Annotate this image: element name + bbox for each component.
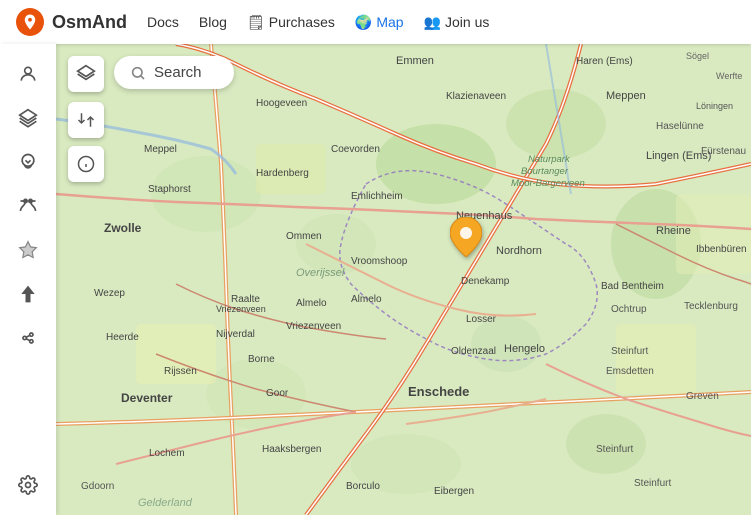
nav-docs[interactable]: Docs — [147, 14, 179, 30]
svg-text:Ochtrup: Ochtrup — [611, 304, 647, 315]
location-pin-icon — [450, 217, 482, 257]
svg-text:Rheine: Rheine — [656, 225, 691, 237]
svg-text:Haselünne: Haselünne — [656, 121, 704, 132]
svg-text:Steinfurt: Steinfurt — [611, 346, 648, 357]
svg-text:Emsdetten: Emsdetten — [606, 366, 654, 377]
nav-purchases[interactable]: 🗒 Purchases — [247, 14, 335, 31]
svg-text:Nordhorn: Nordhorn — [496, 245, 542, 257]
svg-text:Borculo: Borculo — [346, 481, 380, 492]
svg-text:Almelo: Almelo — [296, 298, 327, 309]
logo[interactable]: OsmAnd — [16, 8, 127, 36]
svg-text:Vriezenveen: Vriezenveen — [216, 304, 266, 314]
map-container[interactable]: Emmen Haren (Ems) Sögel Werfte Löningen … — [56, 44, 751, 515]
svg-text:Löningen: Löningen — [696, 101, 733, 111]
map-roads: Emmen Haren (Ems) Sögel Werfte Löningen … — [56, 44, 751, 515]
svg-text:Vroomshoop: Vroomshoop — [351, 256, 408, 267]
svg-text:Bad Bentheim: Bad Bentheim — [601, 281, 664, 292]
svg-text:Wezep: Wezep — [94, 288, 125, 299]
map-background: Emmen Haren (Ems) Sögel Werfte Löningen … — [56, 44, 751, 515]
svg-text:Naturpark: Naturpark — [528, 154, 571, 165]
svg-text:Meppen: Meppen — [606, 90, 646, 102]
svg-text:Lingen (Ems): Lingen (Ems) — [646, 150, 711, 162]
svg-text:Goor: Goor — [266, 388, 289, 399]
sidebar-layers[interactable] — [8, 98, 48, 138]
svg-text:Haren (Ems): Haren (Ems) — [576, 56, 633, 67]
search-label: Search — [154, 64, 202, 81]
svg-text:Zwolle: Zwolle — [104, 221, 142, 235]
svg-text:Hoogeveen: Hoogeveen — [256, 98, 307, 109]
svg-text:Deventer: Deventer — [121, 391, 173, 405]
joinus-emoji: 👥 — [424, 14, 441, 31]
sidebar-download[interactable] — [8, 142, 48, 182]
svg-text:Nijverdal: Nijverdal — [216, 329, 255, 340]
svg-text:Raalte: Raalte — [231, 294, 260, 305]
svg-text:Oldenzaal: Oldenzaal — [451, 346, 496, 357]
search-icon — [130, 65, 146, 81]
nav-blog[interactable]: Blog — [199, 14, 227, 30]
svg-text:Enschede: Enschede — [408, 384, 469, 399]
svg-text:Haaksbergen: Haaksbergen — [262, 444, 321, 455]
svg-text:Ommen: Ommen — [286, 231, 322, 242]
svg-text:Hengelo: Hengelo — [504, 343, 545, 355]
navbar: OsmAnd Docs Blog 🗒 Purchases 🌍 Map 👥 Joi… — [0, 0, 751, 44]
svg-text:Emlichheim: Emlichheim — [351, 191, 403, 202]
svg-text:Denekamp: Denekamp — [461, 276, 510, 287]
map-emoji: 🌍 — [355, 14, 372, 31]
svg-text:Steinfurt: Steinfurt — [634, 478, 671, 489]
svg-text:Tecklenburg: Tecklenburg — [684, 301, 738, 312]
svg-text:Fürstenau: Fürstenau — [701, 146, 746, 157]
sidebar-settings[interactable] — [8, 465, 48, 505]
nav-joinus[interactable]: 👥 Join us — [424, 14, 490, 31]
svg-text:Heerde: Heerde — [106, 332, 139, 343]
svg-text:Greven: Greven — [686, 391, 719, 402]
svg-text:Bourtanger: Bourtanger — [521, 166, 569, 177]
joinus-label: Join us — [445, 14, 489, 30]
svg-text:Hardenberg: Hardenberg — [256, 168, 309, 179]
svg-text:Almelo: Almelo — [351, 294, 382, 305]
logo-text: OsmAnd — [52, 12, 127, 33]
sidebar — [0, 44, 56, 515]
purchases-emoji: 🗒 — [247, 14, 265, 31]
map-search-bar[interactable]: Search — [114, 56, 234, 89]
svg-text:Gdoorn: Gdoorn — [81, 481, 114, 492]
svg-text:Losser: Losser — [466, 314, 497, 325]
map-layer-button[interactable] — [68, 56, 104, 92]
sidebar-favorites[interactable] — [8, 230, 48, 270]
svg-text:Gelderland: Gelderland — [138, 497, 193, 509]
svg-text:Overijssel: Overijssel — [296, 267, 345, 279]
svg-text:Klazienaveen: Klazienaveen — [446, 91, 506, 102]
svg-text:Moor-Bargerveen: Moor-Bargerveen — [511, 178, 585, 189]
sidebar-route[interactable] — [8, 186, 48, 226]
map-route-button[interactable] — [68, 102, 104, 138]
sidebar-osm-edits[interactable] — [8, 318, 48, 358]
purchases-label: Purchases — [269, 14, 335, 30]
svg-text:Borne: Borne — [248, 354, 275, 365]
svg-text:Meppel: Meppel — [144, 144, 177, 155]
map-info-button[interactable] — [68, 146, 104, 182]
svg-text:Werfte: Werfte — [716, 71, 742, 81]
sidebar-profile[interactable] — [8, 54, 48, 94]
svg-text:Rijssen: Rijssen — [164, 366, 197, 377]
svg-text:Sögel: Sögel — [686, 51, 709, 61]
sidebar-directions[interactable] — [8, 274, 48, 314]
svg-text:Eibergen: Eibergen — [434, 486, 474, 497]
nav-map[interactable]: 🌍 Map — [355, 14, 404, 31]
svg-text:Coevorden: Coevorden — [331, 144, 380, 155]
svg-text:Ibbenbüren: Ibbenbüren — [696, 244, 747, 255]
svg-text:Steinfurt: Steinfurt — [596, 444, 633, 455]
logo-icon — [16, 8, 44, 36]
svg-text:Staphorst: Staphorst — [148, 184, 191, 195]
location-pin[interactable] — [450, 217, 482, 265]
svg-text:Emmen: Emmen — [396, 55, 434, 67]
svg-text:Lochem: Lochem — [149, 448, 185, 459]
svg-text:Vriezenveen: Vriezenveen — [286, 321, 341, 332]
map-label: Map — [376, 14, 403, 30]
